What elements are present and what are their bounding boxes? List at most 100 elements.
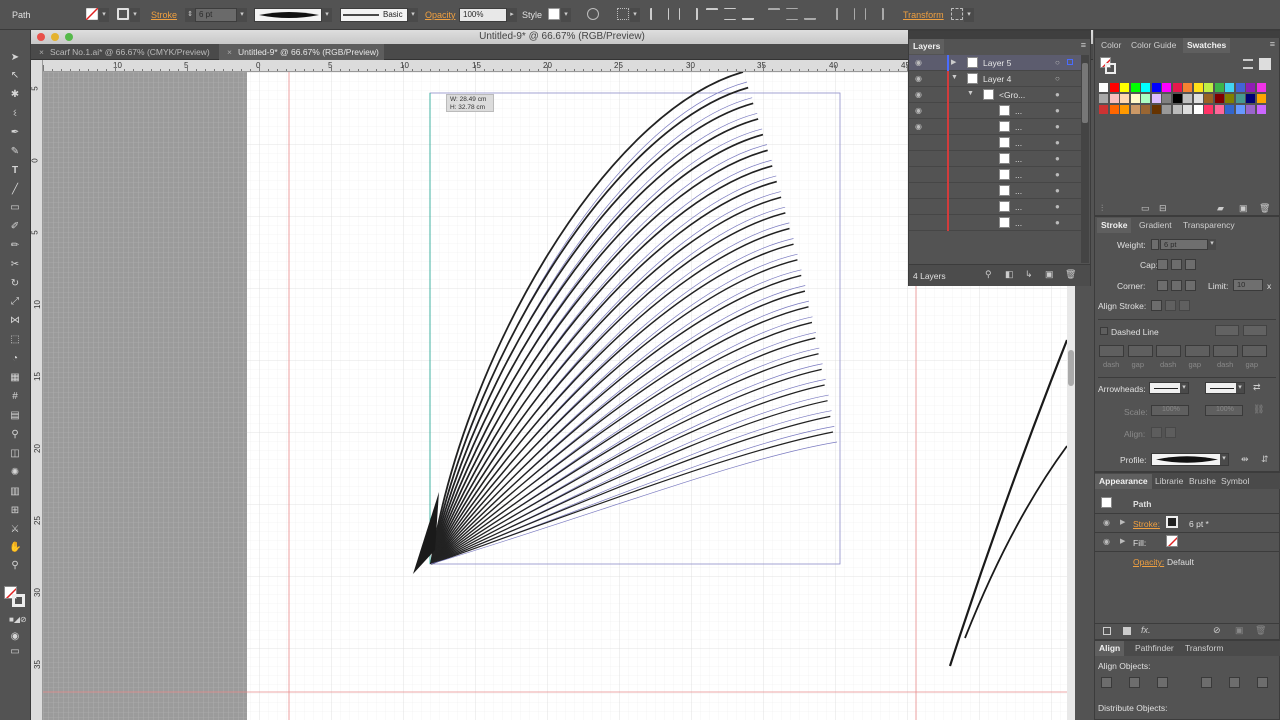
- zoom-window-icon[interactable]: [65, 33, 73, 41]
- layer-target-icon[interactable]: ●: [1055, 186, 1060, 195]
- swatch-options-icon[interactable]: ⊟: [1159, 203, 1167, 214]
- color-swatch[interactable]: [1109, 83, 1119, 92]
- document-tab[interactable]: × Untitled-9* @ 66.67% (RGB/Preview): [219, 44, 384, 60]
- gap-field[interactable]: [1241, 345, 1267, 357]
- list-view-icon[interactable]: [1243, 59, 1253, 69]
- line-tool-icon[interactable]: ╱: [9, 184, 21, 196]
- layer-visibility-eye-icon[interactable]: ◉: [915, 106, 922, 115]
- direct-selection-tool-icon[interactable]: ↖: [9, 70, 21, 82]
- appearance-stroke-value[interactable]: 6 pt *: [1189, 519, 1209, 529]
- locate-object-icon[interactable]: ⚲: [985, 269, 992, 280]
- align-to-dropdown-icon[interactable]: ▾: [630, 8, 640, 22]
- tab-layers[interactable]: Layers: [909, 39, 945, 54]
- flip-across-icon[interactable]: ⇵: [1261, 454, 1269, 465]
- layers-scrollbar[interactable]: [1081, 55, 1089, 263]
- color-swatch[interactable]: [1235, 83, 1245, 92]
- layer-row[interactable]: ... ●: [909, 151, 1081, 167]
- distribute-right-icon[interactable]: [872, 8, 884, 20]
- perspective-grid-tool-icon[interactable]: ▦: [9, 372, 21, 384]
- layer-target-icon[interactable]: ○: [1055, 74, 1060, 83]
- bevel-join-icon[interactable]: [1185, 280, 1196, 291]
- color-swatch[interactable]: [1151, 94, 1161, 103]
- new-color-group-icon[interactable]: ▰: [1217, 203, 1224, 214]
- layer-name[interactable]: <Gro...: [999, 90, 1025, 100]
- zoom-tool-icon[interactable]: ⚲: [9, 560, 21, 572]
- layer-name[interactable]: ...: [1015, 186, 1022, 196]
- add-new-fill-icon[interactable]: [1123, 627, 1131, 635]
- layer-row[interactable]: ◉ ▶ Layer 5 ○: [909, 55, 1081, 71]
- color-swatch[interactable]: [1130, 94, 1140, 103]
- free-transform-tool-icon[interactable]: ⬚: [9, 334, 21, 346]
- color-swatch[interactable]: [1183, 94, 1192, 103]
- flip-along-icon[interactable]: ⇹: [1241, 454, 1249, 465]
- swap-arrowheads-icon[interactable]: ⇄: [1253, 382, 1261, 393]
- layer-name[interactable]: ...: [1015, 154, 1022, 164]
- stroke-weight-field[interactable]: 6 pt: [195, 8, 237, 22]
- tab-pathfinder[interactable]: Pathfinder: [1131, 641, 1178, 656]
- align-top-icon[interactable]: [706, 8, 718, 20]
- paintbrush-tool-icon[interactable]: ✐: [9, 221, 21, 233]
- round-join-icon[interactable]: [1171, 280, 1182, 291]
- align-right-icon[interactable]: [686, 8, 698, 20]
- layer-name[interactable]: ...: [1015, 202, 1022, 212]
- close-window-icon[interactable]: [37, 33, 45, 41]
- align-stroke-outside-icon[interactable]: [1179, 300, 1190, 311]
- stroke-label[interactable]: Stroke: [151, 10, 177, 20]
- fill-swatch-icon[interactable]: [86, 8, 98, 20]
- layer-name[interactable]: ...: [1015, 106, 1022, 116]
- color-swatch[interactable]: [1183, 83, 1192, 92]
- color-swatch[interactable]: [1141, 94, 1150, 103]
- color-swatch[interactable]: [1256, 94, 1266, 103]
- miter-join-icon[interactable]: [1157, 280, 1168, 291]
- distribute-left-icon[interactable]: [836, 8, 848, 20]
- pen-tool-icon[interactable]: ✒: [9, 127, 21, 139]
- artboard-tool-icon[interactable]: ⊞: [9, 505, 21, 517]
- color-swatch[interactable]: [1225, 94, 1234, 103]
- layer-row[interactable]: ... ●: [909, 135, 1081, 151]
- align-objects-vcenter-icon[interactable]: [1229, 677, 1240, 688]
- graphic-style-swatch-icon[interactable]: [548, 8, 560, 20]
- layer-expand-icon[interactable]: ▼: [967, 90, 974, 97]
- color-swatch[interactable]: [1099, 105, 1108, 114]
- color-swatch[interactable]: [1099, 83, 1108, 92]
- tab-brushes[interactable]: Brushe: [1185, 474, 1220, 489]
- color-swatch[interactable]: [1246, 83, 1255, 92]
- new-swatch-icon[interactable]: ▣: [1239, 203, 1248, 214]
- transform-label[interactable]: Transform: [903, 10, 944, 20]
- add-new-stroke-icon[interactable]: [1103, 627, 1111, 635]
- lasso-tool-icon[interactable]: ଽ: [9, 108, 21, 120]
- layer-row[interactable]: ... ●: [909, 199, 1081, 215]
- color-swatch[interactable]: [1214, 83, 1224, 92]
- layer-row[interactable]: ... ●: [909, 215, 1081, 231]
- color-swatch[interactable]: [1162, 94, 1171, 103]
- eyedropper-tool-icon[interactable]: ⚲: [9, 429, 21, 441]
- hand-tool-icon[interactable]: ✋: [9, 542, 21, 554]
- color-swatch[interactable]: [1120, 105, 1129, 114]
- layer-name[interactable]: ...: [1015, 138, 1022, 148]
- grid-view-icon[interactable]: [1259, 58, 1271, 70]
- layer-row[interactable]: ... ●: [909, 183, 1081, 199]
- color-swatch[interactable]: [1204, 83, 1213, 92]
- end-arrowhead-select[interactable]: ▾: [1205, 382, 1245, 394]
- layer-visibility-eye-icon[interactable]: ◉: [915, 90, 922, 99]
- tab-close-icon[interactable]: ×: [39, 47, 44, 57]
- color-swatch[interactable]: [1225, 105, 1234, 114]
- layer-target-icon[interactable]: ●: [1055, 218, 1060, 227]
- color-swatch[interactable]: [1246, 105, 1255, 114]
- dash-field[interactable]: [1099, 345, 1124, 357]
- stroke-weight-dropdown-icon[interactable]: ▾: [237, 8, 247, 22]
- distribute-bottom-icon[interactable]: [804, 8, 816, 20]
- tab-transparency[interactable]: Transparency: [1179, 218, 1239, 233]
- stroke-expand-icon[interactable]: ▶: [1120, 518, 1125, 526]
- variable-width-profile-select[interactable]: [254, 8, 322, 22]
- color-swatch[interactable]: [1130, 83, 1140, 92]
- draw-mode-icon[interactable]: ◉: [9, 631, 21, 643]
- layer-target-icon[interactable]: ○: [1055, 58, 1060, 67]
- color-swatch[interactable]: [1256, 105, 1266, 114]
- gap-field[interactable]: [1184, 345, 1210, 357]
- appearance-stroke-swatch-icon[interactable]: [1166, 516, 1178, 528]
- weight-stepper-icon[interactable]: [1151, 239, 1159, 250]
- color-swatch[interactable]: [1193, 105, 1203, 114]
- opacity-field[interactable]: 100%: [459, 8, 507, 22]
- tab-symbols[interactable]: Symbol: [1217, 474, 1253, 489]
